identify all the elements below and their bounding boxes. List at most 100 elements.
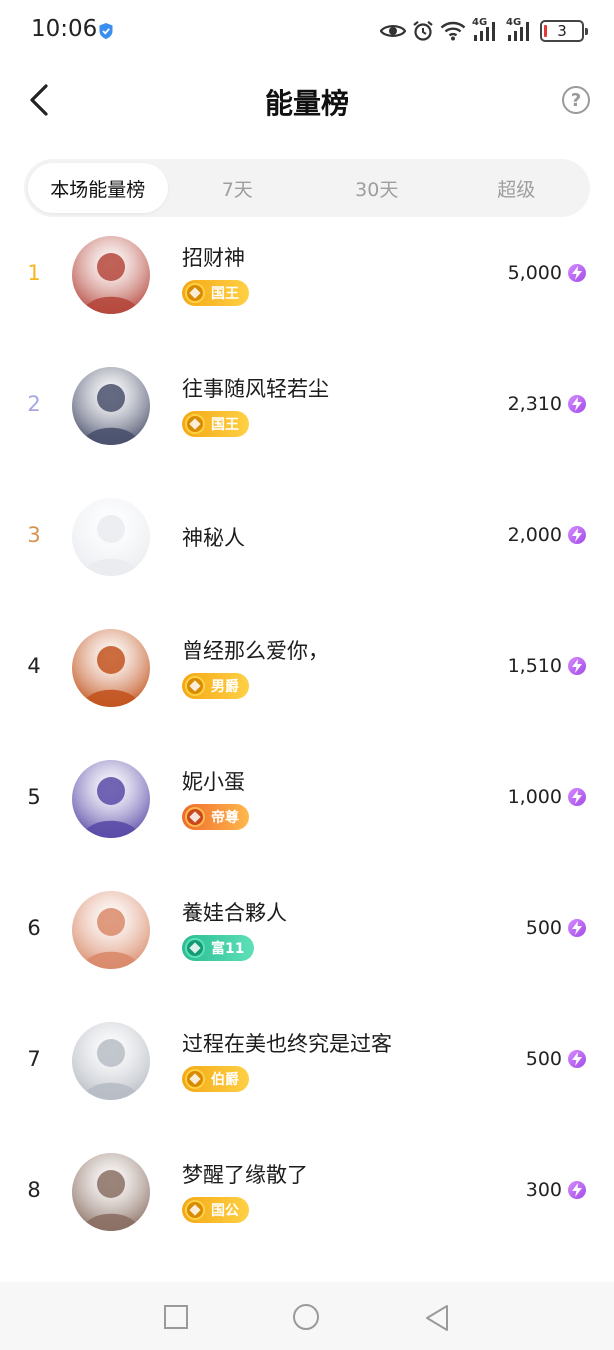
leaderboard-row[interactable]: 1 招财神国王 5,000 xyxy=(0,222,614,353)
leaderboard-row[interactable]: 4 曾经那么爱你， 男爵 1,510 xyxy=(0,615,614,746)
level-badge-label: 国王 xyxy=(211,417,239,433)
energy-value: 2,000 xyxy=(508,524,586,546)
avatar[interactable] xyxy=(72,498,150,576)
energy-value: 5,000 xyxy=(508,262,586,284)
leaderboard-row[interactable]: 7 过程在美也终究是过客 伯爵 500 xyxy=(0,1008,614,1139)
tab-current-session[interactable]: 本场能量榜 xyxy=(28,163,168,213)
energy-value: 1,510 xyxy=(508,655,586,677)
avatar-image xyxy=(72,760,150,838)
avatar[interactable] xyxy=(72,367,150,445)
cellular-signal-2: 4G xyxy=(506,17,534,43)
battery-level: 3 xyxy=(557,22,567,40)
level-badge: 国公 xyxy=(182,1197,249,1223)
user-name: 往事随风轻若尘 xyxy=(182,377,329,401)
level-gem-icon xyxy=(185,283,205,303)
energy-value: 300 xyxy=(526,1179,586,1201)
rank-number: 2 xyxy=(27,392,41,416)
avatar[interactable] xyxy=(72,629,150,707)
period-tabs: 本场能量榜 7天 30天 超级 xyxy=(24,159,590,217)
energy-amount: 500 xyxy=(525,917,562,939)
avatar-image xyxy=(72,498,150,576)
level-badge: 帝尊 xyxy=(182,804,249,830)
user-name: 神秘人 xyxy=(182,526,245,550)
home-button[interactable] xyxy=(292,1303,320,1331)
help-button[interactable]: ? xyxy=(562,86,590,114)
level-badge-label: 富11 xyxy=(211,941,245,957)
avatar-image xyxy=(72,236,150,314)
user-name: 招财神 xyxy=(182,246,245,270)
avatar-image xyxy=(72,1153,150,1231)
level-badge-label: 伯爵 xyxy=(211,1072,239,1088)
avatar-image xyxy=(72,891,150,969)
help-icon: ? xyxy=(570,89,582,111)
level-badge: 国王 xyxy=(182,280,249,306)
signal-bars-icon xyxy=(474,22,495,41)
cellular-signal-1: 4G xyxy=(472,17,500,43)
status-bar: 10:06 4G 4G 3 xyxy=(0,0,614,62)
status-indicators: 4G 4G 3 xyxy=(380,16,588,46)
user-name: 过程在美也终究是过客 xyxy=(182,1032,392,1056)
rank-number: 5 xyxy=(27,785,41,809)
shield-icon xyxy=(99,23,113,39)
status-time: 10:06 xyxy=(31,16,98,42)
leaderboard-row[interactable]: 3 神秘人 2,000 xyxy=(0,484,614,615)
rank-number: 3 xyxy=(27,523,41,547)
energy-value: 500 xyxy=(526,917,586,939)
level-gem-icon xyxy=(185,807,205,827)
eye-icon xyxy=(380,25,406,37)
energy-bolt-icon xyxy=(568,788,586,806)
recent-apps-button[interactable] xyxy=(163,1304,189,1330)
level-gem-icon xyxy=(185,414,205,434)
battery-indicator: 3 xyxy=(540,20,588,42)
avatar[interactable] xyxy=(72,236,150,314)
level-gem-icon xyxy=(185,938,205,958)
level-badge-label: 国公 xyxy=(211,1203,239,1219)
energy-bolt-icon xyxy=(568,657,586,675)
energy-bolt-icon xyxy=(568,919,586,937)
user-name: 妮小蛋 xyxy=(182,770,245,794)
leaderboard-row[interactable]: 2 往事随风轻若尘国王 2,310 xyxy=(0,353,614,484)
system-navigation-bar xyxy=(0,1282,614,1350)
tab-super[interactable]: 超级 xyxy=(447,163,587,213)
back-nav-button[interactable] xyxy=(424,1304,450,1332)
energy-value: 1,000 xyxy=(508,786,586,808)
rank-number: 4 xyxy=(27,654,41,678)
user-name: 梦醒了缘散了 xyxy=(182,1163,308,1187)
level-gem-icon xyxy=(185,1200,205,1220)
energy-value: 2,310 xyxy=(508,393,586,415)
avatar[interactable] xyxy=(72,1153,150,1231)
page-title: 能量榜 xyxy=(264,87,349,120)
leaderboard-row[interactable]: 6 養娃合夥人富11 500 xyxy=(0,877,614,1008)
rank-number: 1 xyxy=(27,261,41,285)
alarm-icon xyxy=(413,20,433,41)
wifi-icon xyxy=(440,21,466,41)
level-gem-icon xyxy=(185,676,205,696)
avatar[interactable] xyxy=(72,1022,150,1100)
leaderboard-row[interactable]: 5 妮小蛋帝尊 1,000 xyxy=(0,746,614,877)
leaderboard-list: 1 招财神 国王 5,000 2 往事随风轻若尘 国王 2,310 3 神秘人 2,000 4 曾经那么… xyxy=(0,222,614,1282)
level-gem-icon xyxy=(185,1069,205,1089)
energy-value: 500 xyxy=(526,1048,586,1070)
energy-amount: 300 xyxy=(525,1179,562,1201)
energy-bolt-icon xyxy=(568,395,586,413)
energy-bolt-icon xyxy=(568,1181,586,1199)
tab-30-days[interactable]: 30天 xyxy=(307,163,447,213)
energy-bolt-icon xyxy=(568,264,586,282)
level-badge-label: 国王 xyxy=(211,286,239,302)
avatar-image xyxy=(72,367,150,445)
avatar[interactable] xyxy=(72,760,150,838)
level-badge: 伯爵 xyxy=(182,1066,249,1092)
user-name: 養娃合夥人 xyxy=(182,901,287,925)
tab-7-days[interactable]: 7天 xyxy=(168,163,308,213)
level-badge: 富11 xyxy=(182,935,255,961)
avatar-image xyxy=(72,1022,150,1100)
energy-bolt-icon xyxy=(568,526,586,544)
avatar-image xyxy=(72,629,150,707)
leaderboard-row[interactable]: 8 梦醒了缘散了 国公 300 xyxy=(0,1139,614,1270)
level-badge-label: 帝尊 xyxy=(211,810,239,826)
energy-amount: 500 xyxy=(525,1048,562,1070)
level-badge: 国王 xyxy=(182,411,249,437)
avatar[interactable] xyxy=(72,891,150,969)
energy-amount: 2,310 xyxy=(507,393,562,415)
rank-number: 6 xyxy=(27,916,41,940)
